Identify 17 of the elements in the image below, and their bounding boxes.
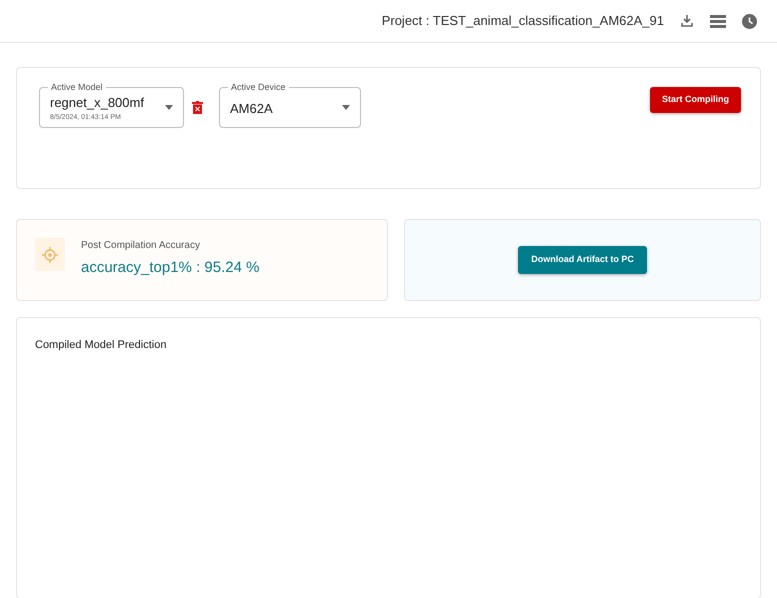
card-title: Compiled Model Prediction xyxy=(35,338,168,353)
accuracy-value: accuracy_top1% : 95.24 % xyxy=(81,258,260,278)
target-icon xyxy=(35,238,65,271)
list-icon[interactable] xyxy=(710,14,726,28)
field-label: Active Device xyxy=(228,81,289,93)
caret-icon xyxy=(165,105,173,110)
field-label: Active Model xyxy=(48,81,106,93)
download-icon[interactable] xyxy=(680,14,694,28)
select-value: regnet_x_800mf xyxy=(50,95,144,111)
card-title: Post Compilation Accuracy xyxy=(81,239,201,253)
caret-icon xyxy=(342,105,350,110)
project-name: Project : TEST_animal_classification_AM62A_91 xyxy=(382,12,664,30)
start-compiling-button[interactable]: Start Compiling xyxy=(650,87,741,112)
download-artifact-button[interactable]: Download Artifact to PC xyxy=(518,246,647,274)
select-value: AM62A xyxy=(230,101,273,117)
clock-icon[interactable] xyxy=(742,14,757,28)
trash-icon[interactable] xyxy=(192,101,203,114)
